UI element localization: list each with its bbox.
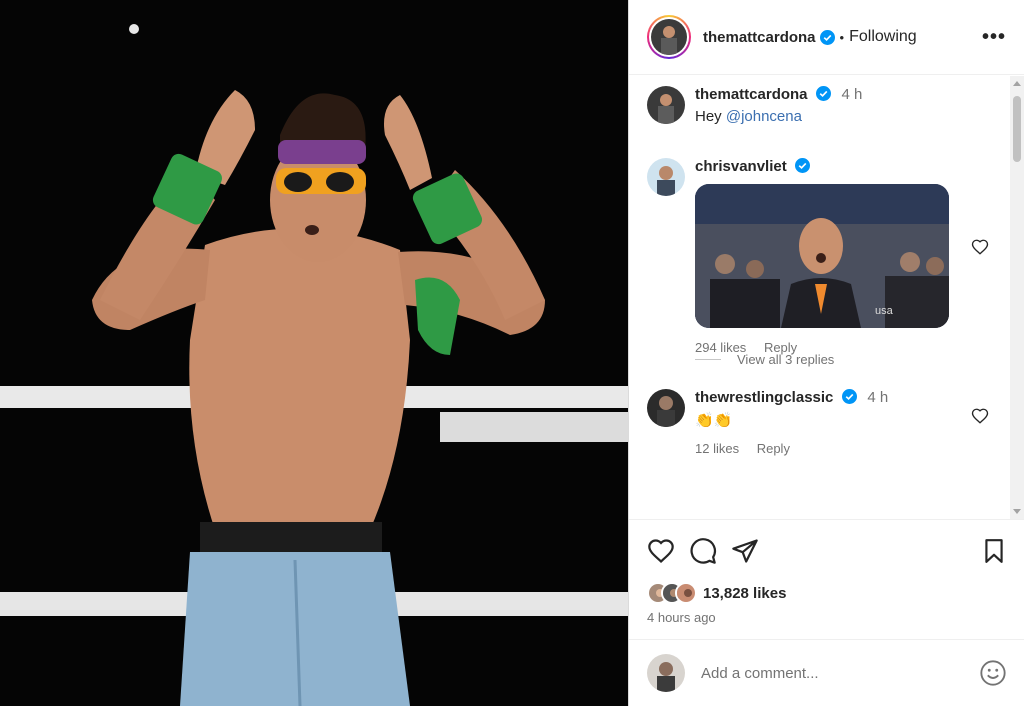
verified-badge-icon	[819, 29, 835, 45]
comment-item: thewrestlingclassic 4 h 👏👏 12 likes Repl…	[647, 389, 1007, 456]
post-actions: 13,828 likes 4 hours ago	[629, 519, 1024, 639]
commenter-avatar[interactable]	[647, 389, 685, 427]
comment-meta: 12 likes Reply	[695, 441, 1007, 456]
heart-icon[interactable]	[647, 537, 675, 565]
comment-username[interactable]: chrisvanvliet	[695, 158, 787, 175]
comment-text: 👏👏	[695, 412, 733, 429]
reply-button[interactable]: Reply	[764, 340, 797, 355]
author-avatar-image	[651, 19, 687, 55]
comment-item: chrisvanvliet usa 294 likes Reply	[647, 158, 1007, 360]
verified-badge-icon	[815, 86, 831, 101]
post-image[interactable]	[0, 0, 628, 706]
scrollbar-thumb[interactable]	[1013, 96, 1021, 162]
mention-link[interactable]: @johncena	[726, 108, 802, 125]
comment-likes[interactable]: 12 likes	[695, 441, 739, 456]
gif-network-badge: usa	[875, 305, 894, 317]
post-time[interactable]: 4 hours ago	[647, 610, 1007, 625]
verified-badge-icon	[795, 158, 811, 173]
comment-username[interactable]: thewrestlingclassic	[695, 389, 833, 406]
author-avatar[interactable]	[647, 15, 691, 59]
comment-text-prefix: Hey	[695, 108, 726, 125]
comment-gif[interactable]: usa	[695, 184, 949, 328]
comment-likes[interactable]: 294 likes	[695, 340, 746, 355]
comment-icon[interactable]	[689, 537, 717, 565]
more-options-icon[interactable]: •••	[982, 26, 1006, 49]
current-user-avatar[interactable]	[647, 654, 685, 692]
commenter-avatar[interactable]	[647, 86, 685, 124]
post-header: themattcardona • Following •••	[629, 0, 1024, 75]
commenter-avatar[interactable]	[647, 158, 685, 196]
comment-input[interactable]	[701, 664, 979, 682]
scroll-up-arrow[interactable]	[1013, 81, 1021, 86]
comment-time[interactable]: 4 h	[841, 86, 862, 103]
comment-meta: 294 likes Reply	[695, 340, 1007, 355]
share-icon[interactable]	[731, 537, 759, 565]
heart-icon[interactable]	[971, 238, 989, 256]
comment-username[interactable]: themattcardona	[695, 86, 808, 103]
likes-row: 13,828 likes	[647, 582, 1007, 604]
reply-button[interactable]: Reply	[757, 441, 790, 456]
liker-avatars[interactable]	[647, 582, 697, 604]
liker-avatar	[677, 584, 695, 602]
comment-time[interactable]: 4 h	[867, 389, 888, 406]
author-username[interactable]: themattcardona	[703, 29, 816, 46]
post-panel: themattcardona • Following ••• themattca…	[628, 0, 1024, 706]
separator-dot: •	[839, 29, 845, 45]
emoji-icon[interactable]	[979, 659, 1007, 687]
comment-text: Hey @johncena	[695, 108, 1007, 125]
likes-count[interactable]: 13,828 likes	[703, 585, 786, 602]
comment-composer	[629, 639, 1024, 706]
comments-scrollbar[interactable]	[1010, 76, 1024, 519]
following-button[interactable]: Following	[849, 28, 917, 46]
verified-badge-icon	[841, 389, 857, 404]
heart-icon[interactable]	[971, 407, 989, 425]
scroll-down-arrow[interactable]	[1013, 509, 1021, 514]
save-icon[interactable]	[981, 537, 1007, 565]
comments-list[interactable]: themattcardona 4 h Hey @johncena chrisva…	[629, 76, 1024, 519]
caption-comment: themattcardona 4 h Hey @johncena	[647, 86, 1007, 158]
